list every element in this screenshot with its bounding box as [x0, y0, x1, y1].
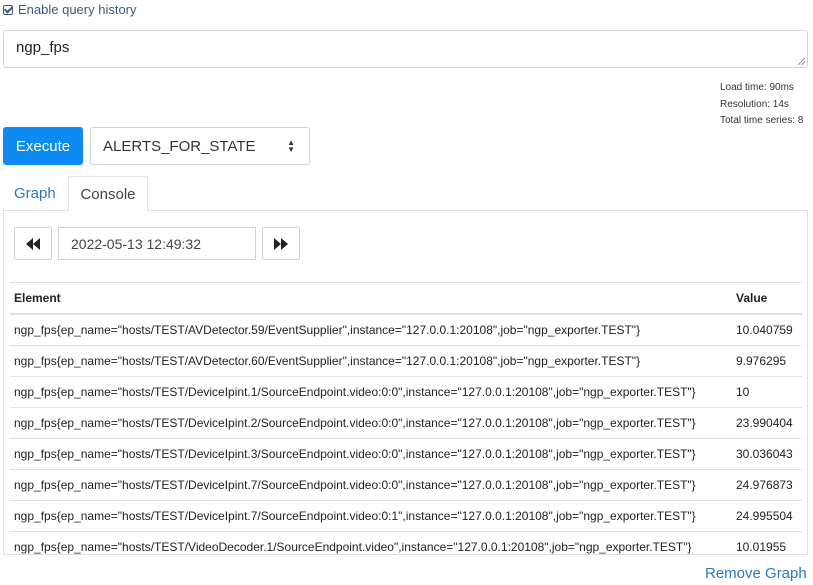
- metric-select-value: ALERTS_FOR_STATE: [103, 137, 256, 155]
- query-history-label: Enable query history: [18, 2, 137, 17]
- series-value: 10.040759: [732, 313, 802, 346]
- backward-icon: [26, 237, 40, 250]
- series-value: 10.01955: [732, 531, 802, 562]
- column-header-element: Element: [10, 282, 732, 315]
- series-label: ngp_fps{ep_name="hosts/TEST/DeviceIpint.…: [10, 407, 732, 439]
- table-row: ngp_fps{ep_name="hosts/TEST/VideoDecoder…: [10, 531, 802, 562]
- checkbox-checked-icon[interactable]: [3, 4, 13, 15]
- series-value: 10: [732, 376, 802, 408]
- remove-graph-link[interactable]: Remove Graph: [705, 565, 807, 582]
- series-label: ngp_fps{ep_name="hosts/TEST/DeviceIpint.…: [10, 500, 732, 532]
- metric-select[interactable]: ALERTS_FOR_STATE ▲ ▼: [90, 127, 310, 165]
- series-label: ngp_fps{ep_name="hosts/TEST/DeviceIpint.…: [10, 469, 732, 501]
- execute-button[interactable]: Execute: [3, 127, 83, 165]
- expression-input[interactable]: ngp_fps: [3, 30, 808, 68]
- series-value: 24.976873: [732, 469, 802, 501]
- series-value: 30.036043: [732, 438, 802, 470]
- tab-graph[interactable]: Graph: [14, 185, 56, 202]
- table-header: Element Value: [10, 282, 802, 315]
- eval-time-input[interactable]: 2022-05-13 12:49:32: [58, 227, 256, 260]
- query-stats: Load time: 90ms Resolution: 14s Total ti…: [720, 80, 803, 130]
- table-row: ngp_fps{ep_name="hosts/TEST/AVDetector.5…: [10, 313, 802, 346]
- total-time-series: Total time series: 8: [720, 115, 804, 126]
- table-row: ngp_fps{ep_name="hosts/TEST/DeviceIpint.…: [10, 469, 802, 501]
- updown-caret-icon: ▲ ▼: [287, 138, 295, 154]
- results-table: Element Value ngp_fps{ep_name="hosts/TES…: [10, 282, 802, 562]
- table-row: ngp_fps{ep_name="hosts/TEST/DeviceIpint.…: [10, 407, 802, 439]
- eval-time-value: 2022-05-13 12:49:32: [71, 235, 201, 252]
- series-label: ngp_fps{ep_name="hosts/TEST/VideoDecoder…: [10, 531, 732, 562]
- series-label: ngp_fps{ep_name="hosts/TEST/DeviceIpint.…: [10, 438, 732, 470]
- table-row: ngp_fps{ep_name="hosts/TEST/DeviceIpint.…: [10, 438, 802, 470]
- forward-icon: [274, 237, 288, 250]
- series-value: 9.976295: [732, 345, 802, 377]
- series-label: ngp_fps{ep_name="hosts/TEST/DeviceIpint.…: [10, 376, 732, 408]
- table-row: ngp_fps{ep_name="hosts/TEST/AVDetector.6…: [10, 345, 802, 377]
- query-history-toggle[interactable]: Enable query history: [3, 2, 137, 17]
- time-forward-button[interactable]: [262, 227, 300, 260]
- series-value: 24.995504: [732, 500, 802, 532]
- resize-grip-icon[interactable]: [798, 58, 805, 65]
- resolution: Resolution: 14s: [720, 98, 789, 110]
- time-back-button[interactable]: [14, 227, 52, 260]
- series-value: 23.990404: [732, 407, 802, 439]
- expression-text: ngp_fps: [16, 39, 70, 56]
- series-label: ngp_fps{ep_name="hosts/TEST/AVDetector.5…: [10, 313, 732, 346]
- series-label: ngp_fps{ep_name="hosts/TEST/AVDetector.6…: [10, 345, 732, 377]
- table-row: ngp_fps{ep_name="hosts/TEST/DeviceIpint.…: [10, 376, 802, 408]
- load-time: Load time: 90ms: [720, 82, 794, 93]
- tab-console[interactable]: Console: [68, 176, 148, 211]
- table-row: ngp_fps{ep_name="hosts/TEST/DeviceIpint.…: [10, 500, 802, 532]
- column-header-value: Value: [732, 282, 802, 315]
